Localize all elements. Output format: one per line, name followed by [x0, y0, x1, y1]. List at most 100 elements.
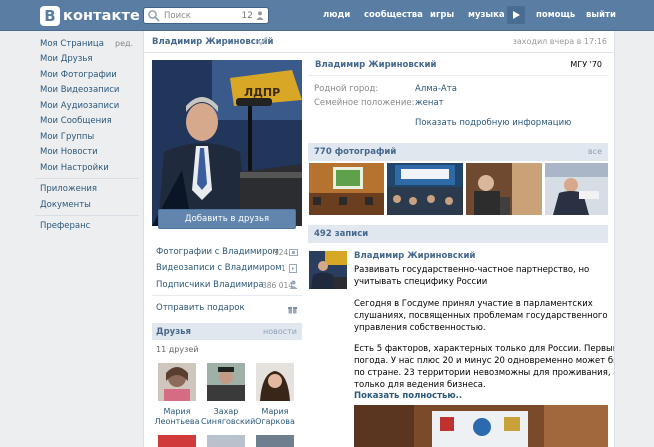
menu-my-news[interactable]: Мои Новости [40, 147, 98, 157]
logo-mark: В [40, 6, 60, 26]
show-full-post-link[interactable]: Показать полностью.. [354, 391, 462, 401]
post-author-name[interactable]: Владимир Жириновский [354, 251, 475, 261]
friends-news-link[interactable]: новости [263, 327, 297, 336]
svg-text:ЛДПР: ЛДПР [244, 86, 280, 99]
play-icon [513, 11, 520, 19]
profile-photo-image: ЛДПР [152, 60, 302, 226]
menu-my-messages[interactable]: Мои Сообщения [40, 116, 112, 126]
friend-avatar[interactable] [207, 363, 245, 401]
top-header: В контакте Поиск 12 люди сообщества игры… [0, 0, 654, 31]
photos-title: 770 фотографий [314, 147, 397, 157]
verified-check-icon [257, 36, 268, 46]
post-text-line: только для ведения бизнеса. [354, 380, 486, 390]
friend-photo-image [207, 363, 245, 401]
photo-thumbnail[interactable] [309, 163, 384, 215]
post-text-line: по стране. 23 территории невозможны для … [354, 368, 615, 378]
post-image-content [354, 405, 608, 447]
hometown-label: Родной город: [314, 84, 379, 94]
profile-name: Владимир Жириновский [315, 60, 437, 70]
relationship-label: Семейное положение: [314, 98, 415, 108]
photo-thumbnail[interactable] [466, 163, 542, 215]
photo-thumbnail[interactable] [545, 163, 608, 215]
post-text-line: погода. У нас плюс 20 и минус 20 одновре… [354, 356, 615, 366]
friend-name[interactable]: Мария Леонтьева [152, 407, 202, 427]
friend-avatar[interactable] [256, 435, 294, 447]
profile-photo[interactable]: ЛДПР [152, 60, 302, 226]
info-divider [308, 75, 608, 76]
friends-title: Друзья [156, 327, 191, 337]
friend-avatar[interactable] [207, 435, 245, 447]
friend-name[interactable]: Мария Огаркова [250, 407, 300, 427]
menu-my-photos[interactable]: Мои Фотографии [40, 70, 117, 80]
add-friend-button[interactable]: Добавить в друзья [158, 209, 296, 229]
nav-music[interactable]: музыка [468, 10, 505, 20]
friend-avatar[interactable] [158, 435, 196, 447]
friend-avatar[interactable] [256, 363, 294, 401]
search-icon [148, 9, 160, 22]
nav-communities[interactable]: сообщества [364, 10, 423, 20]
post-text-line: учитывать специфику России [354, 277, 488, 287]
photo-thumbnail[interactable] [387, 163, 463, 215]
post-text-line: Есть 5 факторов, характерных только для … [354, 344, 615, 354]
actions-divider [152, 295, 302, 296]
photos-with-count: 124 [274, 248, 289, 257]
menu-my-friends[interactable]: Мои Друзья [40, 54, 92, 64]
friend-avatar[interactable] [158, 363, 196, 401]
menu-apps[interactable]: Приложения [40, 184, 97, 194]
photos-section-header[interactable]: 770 фотографий все [308, 143, 608, 161]
nav-people[interactable]: люди [323, 10, 350, 20]
post-text-line: слушаниях, посвященных проблемам государ… [354, 311, 608, 321]
relationship-value[interactable]: женат [415, 98, 444, 108]
menu-my-page[interactable]: Моя Страница [40, 39, 104, 49]
profile-card: Владимир Жириновский заходил вчера в 17:… [143, 31, 615, 447]
menu-my-videos[interactable]: Мои Видеозаписи [40, 85, 119, 95]
logo-text: контакте [63, 8, 140, 24]
person-icon [256, 11, 264, 20]
wall-section-header[interactable]: 492 записи [308, 225, 608, 243]
nav-games[interactable]: игры [430, 10, 454, 20]
post-text-line: управления собственностью. [354, 323, 486, 333]
camera-icon [289, 249, 298, 256]
friend-photo-image [256, 363, 294, 401]
music-play-button[interactable] [507, 6, 525, 24]
send-gift-link[interactable]: Отправить подарок [156, 303, 245, 313]
search-box[interactable]: Поиск 12 [143, 7, 269, 24]
post-avatar-image [309, 251, 347, 289]
menu-my-groups[interactable]: Мои Группы [40, 132, 94, 142]
vk-logo[interactable]: В контакте [40, 6, 140, 26]
followers-icon [289, 280, 298, 289]
menu-divider [35, 215, 139, 216]
post-text-line: Сегодня в Госдуме принял участие в парла… [354, 299, 593, 309]
search-count: 12 [241, 10, 253, 21]
menu-my-settings[interactable]: Мои Настройки [40, 163, 109, 173]
menu-edit-link[interactable]: ред. [115, 39, 133, 48]
thumbnail-image [545, 163, 608, 215]
friend-name[interactable]: Захар Синяговский [201, 407, 255, 427]
nav-help[interactable]: помощь [536, 10, 575, 20]
profile-university[interactable]: МГУ '70 [570, 60, 602, 69]
menu-preferans[interactable]: Преферанс [40, 221, 90, 231]
nav-logout[interactable]: выйти [586, 10, 616, 20]
thumbnail-image [466, 163, 542, 215]
post-author-avatar[interactable] [309, 251, 347, 289]
wall-title: 492 записи [314, 229, 369, 239]
friends-header[interactable]: Друзья новости [152, 323, 302, 340]
show-more-info-link[interactable]: Показать подробную информацию [415, 118, 571, 128]
post-image[interactable] [354, 405, 608, 447]
videos-with-count: 1 [281, 264, 286, 273]
page-owner-name: Владимир Жириновский [152, 37, 274, 47]
last-seen-status: заходил вчера в 17:16 [512, 37, 607, 46]
thumbnail-image [309, 163, 384, 215]
followers-link[interactable]: Подписчики Владимира [156, 280, 264, 290]
friend-photo-image [158, 363, 196, 401]
videos-with-link[interactable]: Видеозаписи с Владимиром [156, 263, 282, 273]
page-top-bar: Владимир Жириновский заходил вчера в 17:… [144, 31, 614, 53]
photos-with-link[interactable]: Фотографии с Владимиром [156, 247, 279, 257]
photos-all-link[interactable]: все [588, 147, 602, 156]
post-text-line: Развивать государственно-частное партнер… [354, 265, 590, 275]
menu-divider [35, 178, 139, 179]
menu-my-audio[interactable]: Мои Аудиозаписи [40, 101, 119, 111]
gift-icon [288, 307, 297, 314]
menu-documents[interactable]: Документы [40, 200, 91, 210]
hometown-value[interactable]: Алма-Ата [415, 84, 457, 94]
